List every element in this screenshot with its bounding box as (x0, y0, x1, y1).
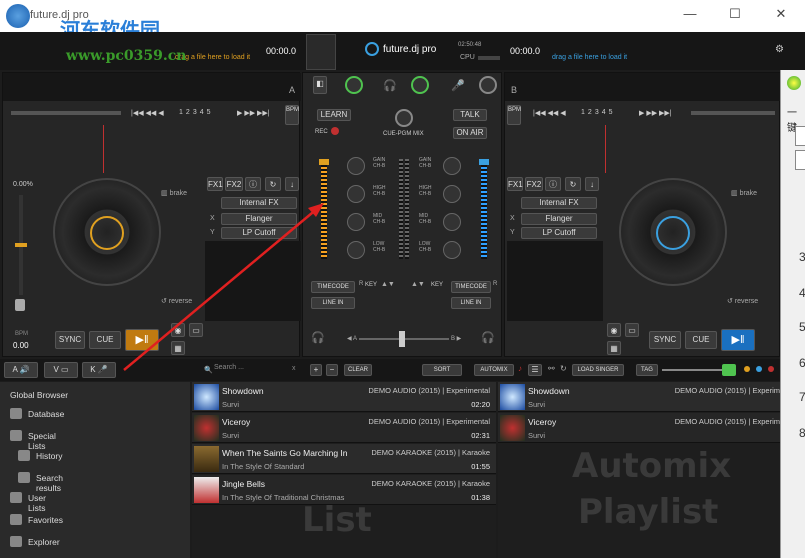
watermark-url: www.pc0359.cn (66, 48, 187, 64)
annotation-arrow (123, 203, 324, 371)
